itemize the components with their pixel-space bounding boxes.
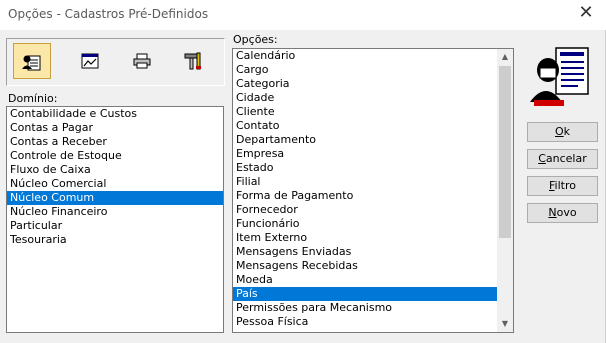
dominio-listbox[interactable]: Contabilidade e Custos Contas a Pagar Cont… [6,106,224,333]
toolbar-button-cadastros[interactable] [13,43,51,79]
tools-icon [184,52,201,70]
dominio-list-item[interactable]: Núcleo Financeiro [7,205,223,219]
opcoes-list-item[interactable]: Funcionário [233,217,513,231]
opcoes-list-item[interactable]: Fornecedor [233,203,513,217]
opcoes-list-item[interactable]: País [233,287,513,301]
printer-icon [133,53,151,69]
opcoes-list-item[interactable]: Cidade [233,91,513,105]
user-card-icon [22,55,41,71]
filtro-button[interactable]: Filtro [527,176,598,196]
opcoes-list-item[interactable]: Departamento [233,133,513,147]
chart-window-icon [81,53,99,69]
toolbar-button-ferramentas[interactable] [175,43,213,79]
ok-button[interactable]: Ok [527,122,598,142]
dominio-list-item[interactable]: Tesouraria [7,233,223,247]
window-title: Opções - Cadastros Pré-Definidos [8,7,209,21]
opcoes-list-item[interactable]: Moeda [233,273,513,287]
dominio-list-item[interactable]: Controle de Estoque [7,149,223,163]
scroll-thumb[interactable] [499,66,511,238]
dominio-list-item[interactable]: Núcleo Comum [7,191,223,205]
opcoes-list-item[interactable]: Forma de Pagamento [233,189,513,203]
opcoes-scrollbar[interactable]: ▲ ▼ [497,49,513,332]
opcoes-label: Opções: [233,33,278,46]
opcoes-list-item[interactable]: Cliente [233,105,513,119]
opcoes-list-item[interactable]: Contato [233,119,513,133]
module-logo [526,46,598,110]
cancelar-button[interactable]: Cancelar [527,149,598,169]
dominio-list-item[interactable]: Particular [7,219,223,233]
category-toolbar [6,38,225,86]
opcoes-list-item[interactable]: Categoria [233,77,513,91]
toolbar-button-relatorios[interactable] [71,43,109,79]
opcoes-list-item[interactable]: Permissões para Mecanismo [233,301,513,315]
scroll-down-icon[interactable]: ▼ [497,316,513,332]
opcoes-list-item[interactable]: Calendário [233,49,513,63]
opcoes-list-item[interactable]: Empresa [233,147,513,161]
opcoes-list-item[interactable]: Item Externo [233,231,513,245]
dominio-list-item[interactable]: Núcleo Comercial [7,177,223,191]
dominio-list-item[interactable]: Fluxo de Caixa [7,163,223,177]
dominio-list-item[interactable]: Contas a Receber [7,135,223,149]
novo-button[interactable]: Novo [527,203,598,223]
user-document-icon [530,47,589,106]
close-icon[interactable]: ✕ [572,2,600,26]
title-bar: Opções - Cadastros Pré-Definidos ✕ [0,0,606,30]
opcoes-list-item[interactable]: Mensagens Recebidas [233,259,513,273]
dominio-list-item[interactable]: Contabilidade e Custos [7,107,223,121]
opcoes-list-item[interactable]: Estado [233,161,513,175]
opcoes-list-item[interactable]: Cargo [233,63,513,77]
dominio-label: Domínio: [8,92,58,105]
opcoes-list-item[interactable]: Pessoa Física [233,315,513,329]
opcoes-list-item[interactable]: Mensagens Enviadas [233,245,513,259]
opcoes-listbox[interactable]: Calendário Cargo Categoria Cidade Cliente Con… [232,48,514,333]
scroll-up-icon[interactable]: ▲ [497,49,513,65]
opcoes-list-item[interactable]: Filial [233,175,513,189]
toolbar-button-impressao[interactable] [123,43,161,79]
dominio-list-item[interactable]: Contas a Pagar [7,121,223,135]
